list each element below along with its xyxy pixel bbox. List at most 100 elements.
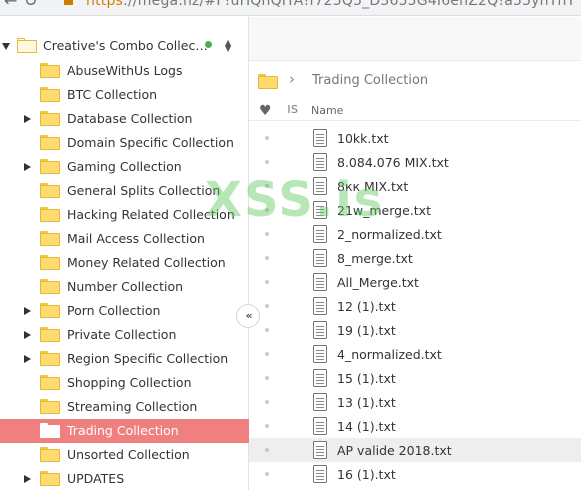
file-row[interactable]: 8.084.076 MIX.txt [249, 150, 581, 174]
favourite-dot-icon[interactable] [265, 304, 269, 308]
sidebar-item[interactable]: Mail Access Collection [0, 227, 249, 251]
sidebar-item-label: Trading Collection [67, 423, 179, 438]
chevron-down-icon[interactable] [2, 43, 10, 50]
sidebar-item-label: Region Specific Collection [67, 351, 229, 366]
favourite-dot-icon[interactable] [265, 256, 269, 260]
breadcrumb-separator-icon: › [289, 70, 295, 88]
chevron-right-icon[interactable] [24, 115, 31, 123]
favourite-dot-icon[interactable] [265, 400, 269, 404]
folder-icon [40, 327, 60, 342]
file-row[interactable]: 15 (1).txt [249, 366, 581, 390]
favourite-dot-icon[interactable] [265, 160, 269, 164]
sort-arrows-icon[interactable]: ▲ ▼ [225, 39, 231, 53]
file-name: 4_normalized.txt [337, 347, 442, 362]
sidebar-item-label: AbuseWithUs Logs [67, 63, 183, 78]
text-file-icon [313, 153, 327, 171]
favourite-dot-icon[interactable] [265, 136, 269, 140]
file-name: 15 (1).txt [337, 371, 396, 386]
folder-icon [40, 399, 60, 414]
sidebar-item[interactable]: Trading Collection [0, 419, 249, 443]
file-browser: › Trading Collection ♥ ıs Name 10kk.txt 8… [249, 17, 581, 490]
file-name: AP valide 2018.txt [337, 443, 452, 458]
sidebar-item-label: UPDATES [67, 471, 125, 486]
favourite-dot-icon[interactable] [265, 232, 269, 236]
file-row[interactable]: 16 (1).txt [249, 462, 581, 486]
text-file-icon [313, 417, 327, 435]
text-file-icon [313, 345, 327, 363]
file-name: 8_merge.txt [337, 251, 413, 266]
text-file-icon [313, 273, 327, 291]
folder-icon [40, 63, 60, 78]
favourite-dot-icon[interactable] [265, 376, 269, 380]
sidebar-item-label: Private Collection [67, 327, 177, 342]
favourite-dot-icon[interactable] [265, 352, 269, 356]
text-file-icon [313, 393, 327, 411]
folder-icon [40, 447, 60, 462]
file-row[interactable]: All_Merge.txt [249, 270, 581, 294]
root-folder-row[interactable]: Creative's Combo Collec… ▲ ▼ [0, 35, 249, 59]
sidebar-item-label: Unsorted Collection [67, 447, 190, 462]
sidebar-item[interactable]: UPDATES [0, 467, 249, 491]
sidebar-item[interactable]: Region Specific Collection [0, 347, 249, 371]
sidebar-item[interactable]: Domain Specific Collection [0, 131, 249, 155]
chevron-right-icon[interactable] [24, 307, 31, 315]
sidebar-item-label: Streaming Collection [67, 399, 198, 414]
file-name: 13 (1).txt [337, 395, 396, 410]
breadcrumb-current[interactable]: Trading Collection [312, 73, 428, 88]
file-row[interactable]: 12 (1).txt [249, 294, 581, 318]
favourite-dot-icon[interactable] [265, 280, 269, 284]
watermark: XSS.is [205, 172, 385, 228]
text-file-icon [313, 297, 327, 315]
sidebar-item[interactable]: Unsorted Collection [0, 443, 249, 467]
file-row[interactable]: 14 (1).txt [249, 414, 581, 438]
sidebar-item-label: General Splits Collection [67, 183, 221, 198]
chevron-right-icon[interactable] [24, 331, 31, 339]
text-file-icon [313, 441, 327, 459]
favourite-dot-icon[interactable] [265, 424, 269, 428]
folder-open-icon [17, 38, 37, 53]
online-status-dot [205, 41, 212, 48]
file-row[interactable]: 13 (1).txt [249, 390, 581, 414]
sidebar-item[interactable]: AbuseWithUs Logs [0, 59, 249, 83]
sidebar-item-label: BTC Collection [67, 87, 158, 102]
sidebar-item[interactable]: Private Collection [0, 323, 249, 347]
folder-icon [40, 279, 60, 294]
column-name-header[interactable]: Name [311, 104, 343, 117]
sidebar-item[interactable]: Database Collection [0, 107, 249, 131]
favourite-dot-icon[interactable] [265, 448, 269, 452]
favourite-column-icon[interactable]: ♥ [259, 103, 272, 119]
address-bar[interactable]: ← ↻ https://mega.nz/#F!uHQhQIYA!f725Q5_D… [0, 0, 581, 16]
file-row[interactable]: 8_merge.txt [249, 246, 581, 270]
sidebar-item[interactable]: BTC Collection [0, 83, 249, 107]
file-row[interactable]: 19 (1).txt [249, 318, 581, 342]
chevron-right-icon[interactable] [24, 163, 31, 171]
top-toolbar [249, 17, 581, 61]
sidebar-item[interactable]: Number Collection [0, 275, 249, 299]
column-resize-icon[interactable]: ıs [287, 101, 298, 117]
favourite-dot-icon[interactable] [265, 328, 269, 332]
file-name: All_Merge.txt [337, 275, 419, 290]
chevron-right-icon[interactable] [24, 355, 31, 363]
reload-icon[interactable]: ↻ [24, 0, 37, 10]
text-file-icon [313, 321, 327, 339]
file-row[interactable]: 4_normalized.txt [249, 342, 581, 366]
text-file-icon [313, 249, 327, 267]
folder-icon [40, 231, 60, 246]
sidebar-item[interactable]: Shopping Collection [0, 371, 249, 395]
sidebar-item[interactable]: Streaming Collection [0, 395, 249, 419]
sidebar-item[interactable]: Money Related Collection [0, 251, 249, 275]
sidebar-item-label: Gaming Collection [67, 159, 182, 174]
back-icon[interactable]: ← [4, 0, 17, 10]
folder-icon [40, 111, 60, 126]
folder-icon [40, 351, 60, 366]
chevron-right-icon[interactable] [24, 475, 31, 483]
file-name: 10kk.txt [337, 131, 389, 146]
file-row[interactable]: AP valide 2018.txt [249, 438, 581, 462]
favourite-dot-icon[interactable] [265, 472, 269, 476]
sidebar-item[interactable]: Porn Collection [0, 299, 249, 323]
folder-icon[interactable] [258, 74, 278, 89]
folder-icon [40, 303, 60, 318]
url-text[interactable]: https://mega.nz/#F!uHQhQIYA!f725Q5_D3655… [86, 0, 575, 9]
file-row[interactable]: 10kk.txt [249, 126, 581, 150]
folder-icon [40, 183, 60, 198]
